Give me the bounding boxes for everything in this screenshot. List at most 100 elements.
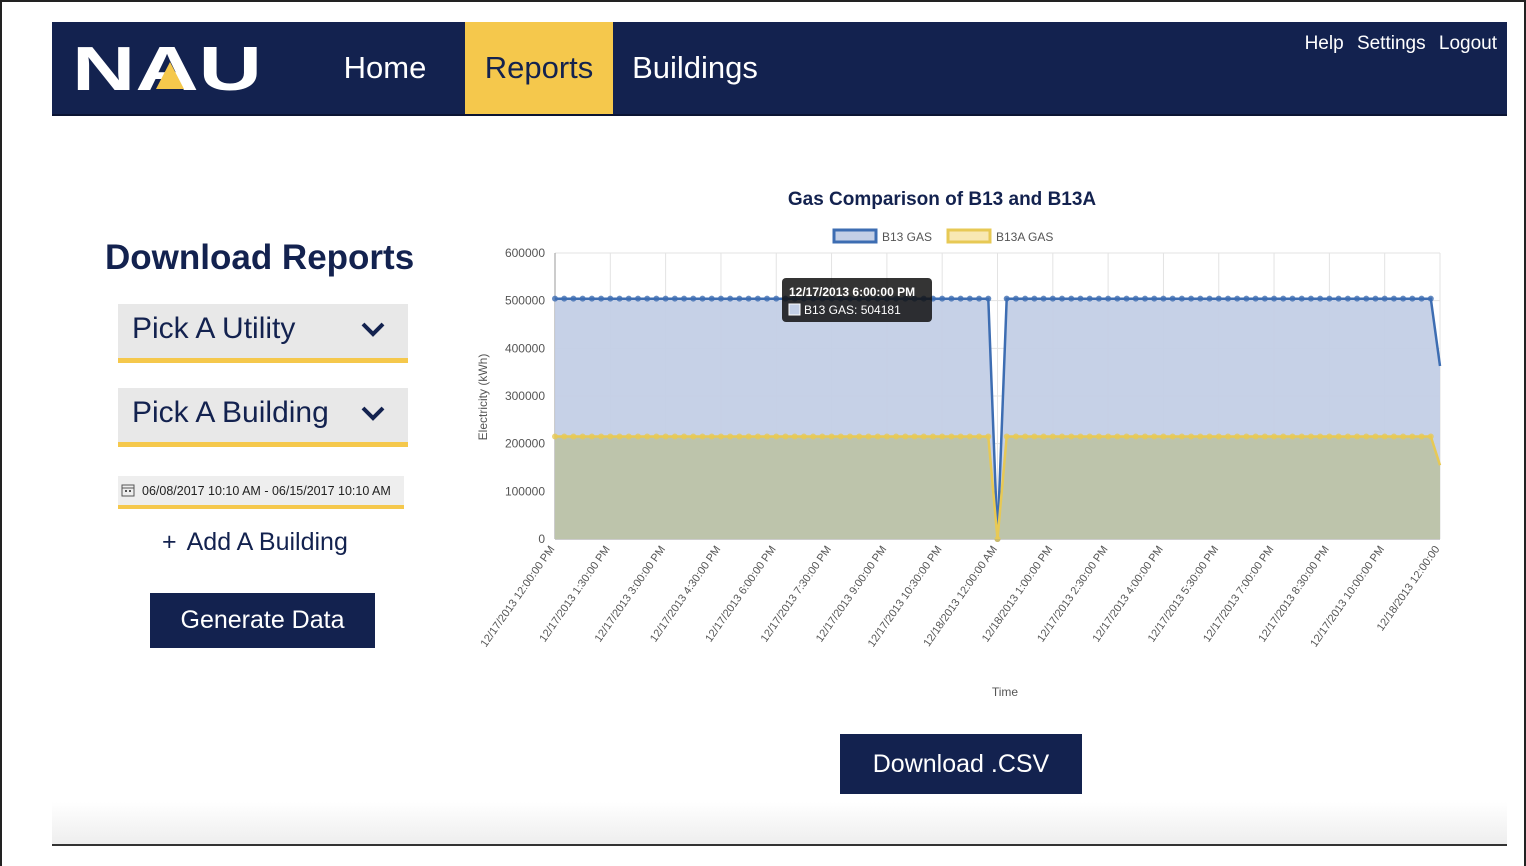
b13a-point — [810, 433, 817, 440]
b13a-point — [920, 433, 927, 440]
legend-label-b13a[interactable]: B13A GAS — [996, 230, 1053, 244]
b13a-point — [1390, 433, 1397, 440]
b13-point — [1381, 295, 1388, 302]
add-building-link[interactable]: + Add A Building — [162, 528, 348, 557]
b13a-point — [690, 433, 697, 440]
settings-link[interactable]: Settings — [1357, 33, 1426, 54]
b13-point — [690, 295, 697, 302]
b13-point — [764, 295, 771, 302]
utility-select-label: Pick A Utility — [132, 312, 296, 345]
b13a-point — [588, 433, 595, 440]
b13-point — [985, 295, 992, 302]
b13a-point — [847, 433, 853, 440]
b13a-point — [1197, 433, 1204, 440]
b13-point — [1169, 295, 1176, 302]
nav-home[interactable]: Home — [330, 22, 440, 114]
b13-point — [1307, 295, 1314, 302]
b13a-point — [1188, 433, 1195, 440]
b13a-point — [819, 433, 826, 440]
b13a-point — [874, 433, 881, 440]
b13a-point — [1381, 433, 1388, 440]
b13a-point — [1178, 433, 1185, 440]
b13a-point — [1335, 433, 1342, 440]
y-tick-label: 200000 — [505, 437, 545, 451]
legend-label-b13[interactable]: B13 GAS — [882, 230, 932, 244]
y-tick-label: 0 — [538, 532, 545, 546]
b13a-point — [736, 433, 743, 440]
b13-point — [1160, 295, 1167, 302]
b13-point — [1409, 295, 1416, 302]
legend-swatch-b13[interactable] — [832, 228, 878, 244]
b13-point — [1418, 295, 1425, 302]
b13a-point — [791, 433, 798, 440]
b13a-point — [1363, 433, 1370, 440]
b13a-point — [634, 433, 641, 440]
b13a-point — [699, 433, 706, 440]
top-links: Help Settings Logout — [1297, 33, 1497, 55]
b13a-point — [865, 433, 872, 440]
b13a-point — [948, 433, 955, 440]
building-select-label: Pick A Building — [132, 396, 329, 429]
b13a-point — [1409, 433, 1416, 440]
b13a-point — [1059, 433, 1066, 440]
b13a-point — [1003, 433, 1010, 440]
b13a-point — [893, 433, 900, 440]
b13-point — [1224, 295, 1231, 302]
utility-select[interactable]: Pick A Utility — [118, 304, 408, 363]
b13-point — [773, 295, 780, 302]
legend-swatch-b13a[interactable] — [946, 228, 992, 244]
chart-title: Gas Comparison of B13 and B13A — [788, 189, 1097, 210]
b13-point — [1298, 295, 1305, 302]
b13-point — [1178, 295, 1185, 302]
building-select[interactable]: Pick A Building — [118, 388, 408, 447]
plus-icon: + — [162, 528, 177, 556]
nav-buildings[interactable]: Buildings — [630, 22, 760, 114]
b13-point — [1151, 295, 1158, 302]
b13-point — [1022, 295, 1029, 302]
b13-point — [939, 295, 946, 302]
b13-point — [1271, 295, 1278, 302]
b13-point — [1114, 295, 1121, 302]
b13-point — [1335, 295, 1342, 302]
b13-point — [653, 295, 660, 302]
b13-point — [727, 295, 734, 302]
b13-point — [598, 295, 605, 302]
b13a-point — [1086, 433, 1093, 440]
b13a-point — [717, 433, 724, 440]
generate-data-button[interactable]: Generate Data — [150, 593, 375, 648]
b13a-point — [1400, 433, 1407, 440]
logout-link[interactable]: Logout — [1439, 33, 1497, 54]
b13a-point — [607, 433, 614, 440]
b13-point — [1077, 295, 1084, 302]
b13-point — [662, 295, 669, 302]
b13-point — [976, 295, 983, 302]
gas-comparison-chart: Gas Comparison of B13 and B13A B13 GAS B… — [476, 189, 1443, 699]
b13-point — [634, 295, 641, 302]
b13a-point — [837, 433, 844, 440]
b13-point — [745, 295, 752, 302]
help-link[interactable]: Help — [1305, 33, 1344, 54]
b13a-point — [1215, 433, 1222, 440]
nav-reports[interactable]: Reports — [465, 22, 613, 114]
b13a-point — [1142, 433, 1148, 440]
x-axis: 12/17/2013 12:00:00 PM12/17/2013 1:30:00… — [479, 544, 1443, 650]
b13-point — [1003, 295, 1010, 302]
b13a-point — [1160, 433, 1167, 440]
b13a-point — [1132, 433, 1139, 440]
b13a-point — [911, 433, 918, 440]
nau-logo[interactable]: NAU — [72, 40, 264, 95]
b13a-point — [1224, 433, 1231, 440]
top-navbar: NAU Home Reports Buildings Help Settings… — [52, 22, 1507, 116]
b13-point — [579, 295, 586, 302]
b13a-point — [1298, 433, 1305, 440]
b13-point — [1206, 295, 1213, 302]
b13-point — [1040, 295, 1047, 302]
b13-point — [681, 295, 688, 302]
date-range-picker[interactable]: 06/08/2017 10:10 AM - 06/15/2017 10:10 A… — [118, 476, 404, 509]
b13a-point — [1243, 433, 1250, 440]
b13-point — [671, 295, 678, 302]
download-csv-button[interactable]: Download .CSV — [840, 734, 1082, 794]
b13a-point — [1344, 433, 1351, 440]
b13a-point — [939, 433, 946, 440]
b13a-point — [1169, 433, 1176, 440]
